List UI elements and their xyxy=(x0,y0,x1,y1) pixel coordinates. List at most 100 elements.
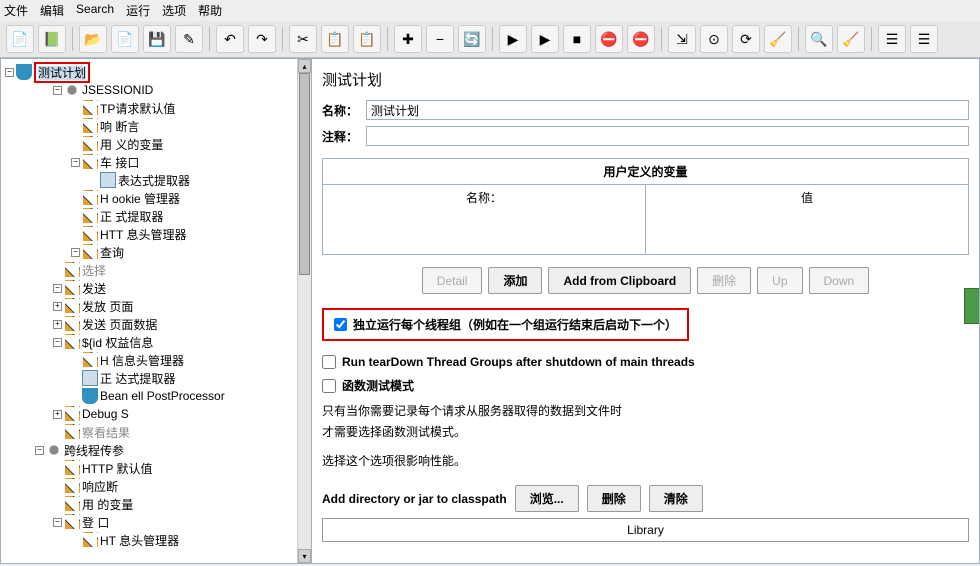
edit-icon[interactable]: ✎ xyxy=(175,25,203,53)
name-input[interactable] xyxy=(366,100,969,120)
broom-icon[interactable]: 🧹 xyxy=(837,25,865,53)
toggle-icon[interactable]: − xyxy=(35,446,44,455)
new-file-icon[interactable]: 📄 xyxy=(6,25,34,53)
menu-运行[interactable]: 运行 xyxy=(126,2,150,19)
teardown-checkbox[interactable] xyxy=(322,355,336,369)
tree-node[interactable]: TP请求默认值 xyxy=(1,99,311,117)
undo-icon[interactable]: ↶ xyxy=(216,25,244,53)
clear-icon[interactable]: ⇲ xyxy=(668,25,696,53)
side-tab[interactable] xyxy=(964,288,980,324)
tree-node[interactable]: 选择 xyxy=(1,261,311,279)
tree-node[interactable]: 用 的变量 xyxy=(1,495,311,513)
stop-icon[interactable]: ■ xyxy=(563,25,591,53)
menu-帮助[interactable]: 帮助 xyxy=(198,2,222,19)
menu-编辑[interactable]: 编辑 xyxy=(40,2,64,19)
tree-node[interactable]: 响应断 xyxy=(1,477,311,495)
start-remote-icon[interactable]: ▶ xyxy=(531,25,559,53)
up-button[interactable]: Up xyxy=(757,267,802,294)
remote-stop-icon[interactable]: ⛔ xyxy=(595,25,623,53)
tree-node[interactable]: −跨线程传参 xyxy=(1,441,311,459)
save-icon[interactable]: 💾 xyxy=(143,25,171,53)
tree-node[interactable]: HT 息头管理器 xyxy=(1,531,311,549)
tree-node[interactable]: −JSESSIONID xyxy=(1,81,311,99)
separator xyxy=(661,27,662,51)
tidy-icon[interactable]: 🧹 xyxy=(764,25,792,53)
toggle-icon[interactable]: − xyxy=(5,68,14,77)
clipboard-button[interactable]: Add from Clipboard xyxy=(548,267,691,294)
start-icon[interactable]: ▶ xyxy=(499,25,527,53)
scroll-thumb[interactable] xyxy=(299,73,310,275)
tree-node[interactable]: HTT 息头管理器 xyxy=(1,225,311,243)
tree-node[interactable]: −登 口 xyxy=(1,513,311,531)
funcmode-checkbox[interactable] xyxy=(322,379,336,393)
toggle-icon[interactable]: − xyxy=(53,338,62,347)
comment-input[interactable] xyxy=(366,126,969,146)
toggle-icon[interactable]: 🔄 xyxy=(458,25,486,53)
tree-node[interactable]: −查询 xyxy=(1,243,311,261)
toggle-icon[interactable]: − xyxy=(71,158,80,167)
menu-Search[interactable]: Search xyxy=(76,2,114,19)
scroll-up-icon[interactable]: ▴ xyxy=(298,59,311,73)
scroll-down-icon[interactable]: ▾ xyxy=(298,549,311,563)
delete2-button[interactable]: 删除 xyxy=(587,485,641,512)
tree-label: 发送 xyxy=(82,280,106,297)
tree-node[interactable]: +发放 页面 xyxy=(1,297,311,315)
tree-node[interactable]: − 车 接口 xyxy=(1,153,311,171)
template-icon[interactable]: 📗 xyxy=(38,25,66,53)
pencil-icon xyxy=(64,424,80,440)
open-icon[interactable]: 📂 xyxy=(79,25,107,53)
vars-title: 用户定义的变量 xyxy=(323,159,968,185)
cut-icon[interactable]: ✂ xyxy=(289,25,317,53)
tree-label: H ookie 管理器 xyxy=(100,190,180,207)
clear-button[interactable]: 清除 xyxy=(649,485,703,512)
tree-node[interactable]: +发送 页面数据 xyxy=(1,315,311,333)
menu-选项[interactable]: 选项 xyxy=(162,2,186,19)
recent-icon[interactable]: 📄 xyxy=(111,25,139,53)
tree-scrollbar[interactable]: ▴ ▾ xyxy=(297,59,311,563)
tree-icon[interactable]: ☰ xyxy=(910,25,938,53)
paste-icon[interactable]: 📋 xyxy=(353,25,381,53)
refresh-icon[interactable]: ⟳ xyxy=(732,25,760,53)
tree-node[interactable]: H ookie 管理器 xyxy=(1,189,311,207)
stop-all-icon[interactable]: ⛔ xyxy=(627,25,655,53)
down-button[interactable]: Down xyxy=(809,267,870,294)
add-button[interactable]: 添加 xyxy=(488,267,542,294)
detail-button[interactable]: Detail xyxy=(422,267,483,294)
copy-icon[interactable]: 📋 xyxy=(321,25,349,53)
tree-node[interactable]: 响 断言 xyxy=(1,117,311,135)
tree-node[interactable]: 用 义的变量 xyxy=(1,135,311,153)
independent-run-checkbox[interactable] xyxy=(334,318,347,331)
list-icon[interactable]: ☰ xyxy=(878,25,906,53)
tree-node[interactable]: 正 达式提取器 xyxy=(1,369,311,387)
toggle-icon[interactable]: − xyxy=(53,86,62,95)
search-icon[interactable]: 🔍 xyxy=(805,25,833,53)
info3: 选择这个选项很影响性能。 xyxy=(322,452,969,469)
tree-node[interactable]: H 信息头管理器 xyxy=(1,351,311,369)
toggle-icon[interactable]: + xyxy=(53,410,62,419)
tree-node[interactable]: −${id 权益信息 xyxy=(1,333,311,351)
tree-node[interactable]: − 发送 xyxy=(1,279,311,297)
tree-node[interactable]: 察看结果 xyxy=(1,423,311,441)
tree-node[interactable]: 正 式提取器 xyxy=(1,207,311,225)
clear-all-icon[interactable]: ⊙ xyxy=(700,25,728,53)
toggle-icon[interactable]: + xyxy=(53,320,62,329)
tree-node[interactable]: 表达式提取器 xyxy=(1,171,311,189)
menu-文件[interactable]: 文件 xyxy=(4,2,28,19)
pencil-icon xyxy=(64,496,80,512)
delete-button[interactable]: 删除 xyxy=(697,267,751,294)
tree-node[interactable]: HTTP 默认值 xyxy=(1,459,311,477)
toggle-icon[interactable]: + xyxy=(53,302,62,311)
toggle-icon[interactable]: − xyxy=(71,248,80,257)
tree-node[interactable]: +Debug S xyxy=(1,405,311,423)
browse-button[interactable]: 浏览... xyxy=(515,485,579,512)
pencil-icon xyxy=(82,100,98,116)
tree-root[interactable]: − 测试计划 xyxy=(1,63,311,81)
plus-icon[interactable]: ✚ xyxy=(394,25,422,53)
tree-node[interactable]: Bean ell PostProcessor xyxy=(1,387,311,405)
toggle-icon[interactable]: − xyxy=(53,518,62,527)
vars-body[interactable] xyxy=(323,210,968,254)
redo-icon[interactable]: ↷ xyxy=(248,25,276,53)
tree-label: 车 接口 xyxy=(100,154,139,171)
toggle-icon[interactable]: − xyxy=(53,284,62,293)
minus-icon[interactable]: − xyxy=(426,25,454,53)
